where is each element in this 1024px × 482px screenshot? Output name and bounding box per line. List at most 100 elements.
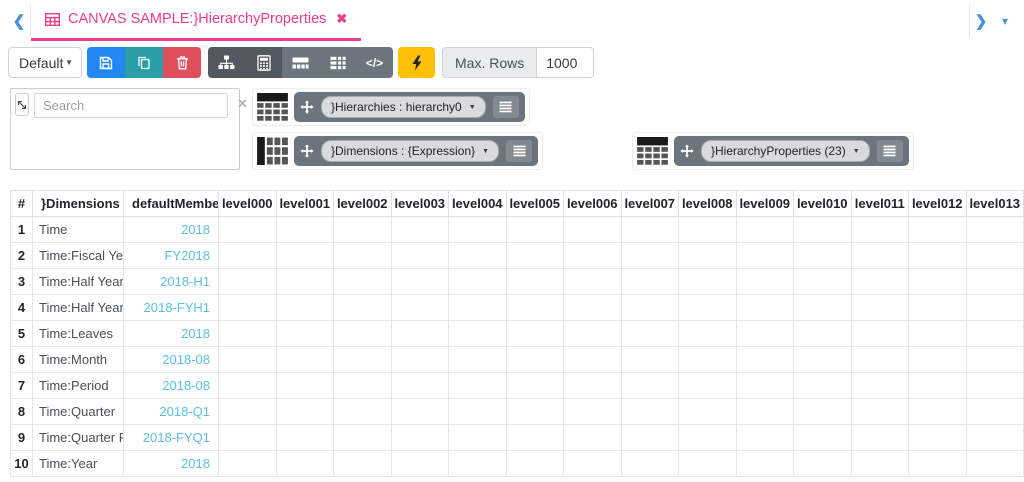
level-cell xyxy=(735,346,794,373)
table-row[interactable]: 3 Time:Half Year 2018-H1 xyxy=(10,268,1024,295)
column-header-level006[interactable]: level006 xyxy=(563,190,622,217)
level-cell xyxy=(908,242,967,269)
table-columns-icon xyxy=(257,137,288,165)
column-header-level005[interactable]: level005 xyxy=(505,190,564,217)
chevron-left-icon[interactable]: ❮ xyxy=(8,0,30,41)
level-cell xyxy=(908,398,967,425)
close-icon[interactable]: ✖ xyxy=(336,11,347,27)
level-cell xyxy=(850,320,909,347)
table-row[interactable]: 6 Time:Month 2018-08 xyxy=(10,346,1024,373)
level-cell xyxy=(218,294,277,321)
dimensions-list-button[interactable] xyxy=(506,140,533,162)
properties-select[interactable]: }HierarchyProperties (23) ▼ xyxy=(701,140,870,162)
table-row[interactable]: 10 Time:Year 2018 xyxy=(10,450,1024,477)
column-header-dimensions[interactable]: }Dimensions xyxy=(32,190,124,217)
level-cell xyxy=(965,320,1024,347)
column-header-level009[interactable]: level009 xyxy=(735,190,794,217)
level-cell xyxy=(448,242,507,269)
calculator-view-button[interactable] xyxy=(245,47,282,78)
column-header-defaultmember[interactable]: defaultMember xyxy=(123,190,219,217)
level-cell xyxy=(908,346,967,373)
table-row[interactable]: 7 Time:Period 2018-08 xyxy=(10,372,1024,399)
table-row[interactable]: 8 Time:Quarter 2018-Q1 xyxy=(10,398,1024,425)
code-view-button[interactable]: </> xyxy=(356,47,393,78)
grid-view-button[interactable] xyxy=(319,47,356,78)
column-header-level012[interactable]: level012 xyxy=(908,190,967,217)
column-header-level013[interactable]: level013 xyxy=(965,190,1024,217)
level-cell xyxy=(793,216,852,243)
level-cell xyxy=(908,450,967,477)
resize-handle[interactable] xyxy=(15,93,29,116)
level-cell xyxy=(908,268,967,295)
level-cell xyxy=(965,268,1024,295)
properties-select-value: }HierarchyProperties (23) xyxy=(711,144,846,158)
row-number: 6 xyxy=(10,346,33,373)
search-input[interactable] xyxy=(34,93,228,118)
column-header-level003[interactable]: level003 xyxy=(390,190,449,217)
clear-search-icon[interactable]: ✕ xyxy=(233,93,252,115)
max-rows-input[interactable] xyxy=(537,47,595,78)
column-header-level011[interactable]: level011 xyxy=(850,190,909,217)
default-member-cell: 2018-FYH1 xyxy=(123,294,219,321)
table-row[interactable]: 9Time:Quarter FY2018-FYQ1 xyxy=(10,424,1024,451)
table-icon xyxy=(45,12,60,26)
level-cell xyxy=(275,216,334,243)
column-header-level008[interactable]: level008 xyxy=(678,190,737,217)
table-row[interactable]: 5 Time:Leaves 2018 xyxy=(10,320,1024,347)
hierarchies-list-button[interactable] xyxy=(492,96,519,118)
execute-button[interactable] xyxy=(398,47,435,78)
level-cell xyxy=(390,216,449,243)
level-cell xyxy=(850,294,909,321)
table-row[interactable]: 1 Time 2018 xyxy=(10,216,1024,243)
row-number: 7 xyxy=(10,372,33,399)
tab-label: CANVAS SAMPLE:}HierarchyProperties xyxy=(68,11,327,27)
column-header-[interactable]: # xyxy=(10,190,33,217)
level-cell xyxy=(965,294,1024,321)
column-header-level002[interactable]: level002 xyxy=(333,190,392,217)
view-select[interactable]: Default ▼ xyxy=(8,47,82,78)
caret-down-icon[interactable]: ▾ xyxy=(992,0,1018,41)
tab-hierarchy-properties[interactable]: CANVAS SAMPLE:}HierarchyProperties ✖ xyxy=(31,0,362,41)
table-row[interactable]: 4Time:Half Year FY2018-FYH1 xyxy=(10,294,1024,321)
column-header-level000[interactable]: level000 xyxy=(218,190,277,217)
level-cell xyxy=(333,372,392,399)
dimension-cell: Time:Month xyxy=(32,346,124,373)
row-number: 9 xyxy=(10,424,33,451)
level-cell xyxy=(620,372,679,399)
level-cell xyxy=(275,424,334,451)
dimensions-select[interactable]: }Dimensions : {Expression} ▼ xyxy=(321,140,500,162)
level-cell xyxy=(908,372,967,399)
level-cell xyxy=(390,294,449,321)
table-row[interactable]: 2Time:Fiscal YearFY2018 xyxy=(10,242,1024,269)
level-cell xyxy=(275,372,334,399)
level-cell xyxy=(505,216,564,243)
delete-button[interactable] xyxy=(163,47,201,78)
move-icon[interactable] xyxy=(300,144,314,158)
level-cell xyxy=(850,424,909,451)
hierarchy-view-button[interactable] xyxy=(208,47,245,78)
move-icon[interactable] xyxy=(680,144,694,158)
level-cell xyxy=(678,346,737,373)
list-icon xyxy=(513,145,526,157)
level-cell xyxy=(563,346,622,373)
hierarchies-select[interactable]: }Hierarchies : hierarchy0 ▼ xyxy=(321,96,486,118)
default-member-cell: 2018 xyxy=(123,216,219,243)
column-header-level004[interactable]: level004 xyxy=(448,190,507,217)
bolt-icon xyxy=(412,55,421,70)
save-button[interactable] xyxy=(87,47,125,78)
properties-list-button[interactable] xyxy=(876,140,903,162)
level-cell xyxy=(793,346,852,373)
level-cell xyxy=(620,268,679,295)
move-icon[interactable] xyxy=(300,100,314,114)
column-header-level001[interactable]: level001 xyxy=(275,190,334,217)
copy-button[interactable] xyxy=(125,47,163,78)
level-cell xyxy=(563,294,622,321)
cells-view-button[interactable] xyxy=(282,47,319,78)
level-cell xyxy=(793,398,852,425)
chevron-right-icon[interactable]: ❯ xyxy=(970,0,992,41)
toolbar: Default ▼ </> Max. Rows 1000 xyxy=(8,46,1024,79)
column-header-level010[interactable]: level010 xyxy=(793,190,852,217)
column-header-level007[interactable]: level007 xyxy=(620,190,679,217)
default-member-cell: 2018 xyxy=(123,450,219,477)
dimensions-dropzone: }Dimensions : {Expression} ▼ xyxy=(252,132,544,170)
